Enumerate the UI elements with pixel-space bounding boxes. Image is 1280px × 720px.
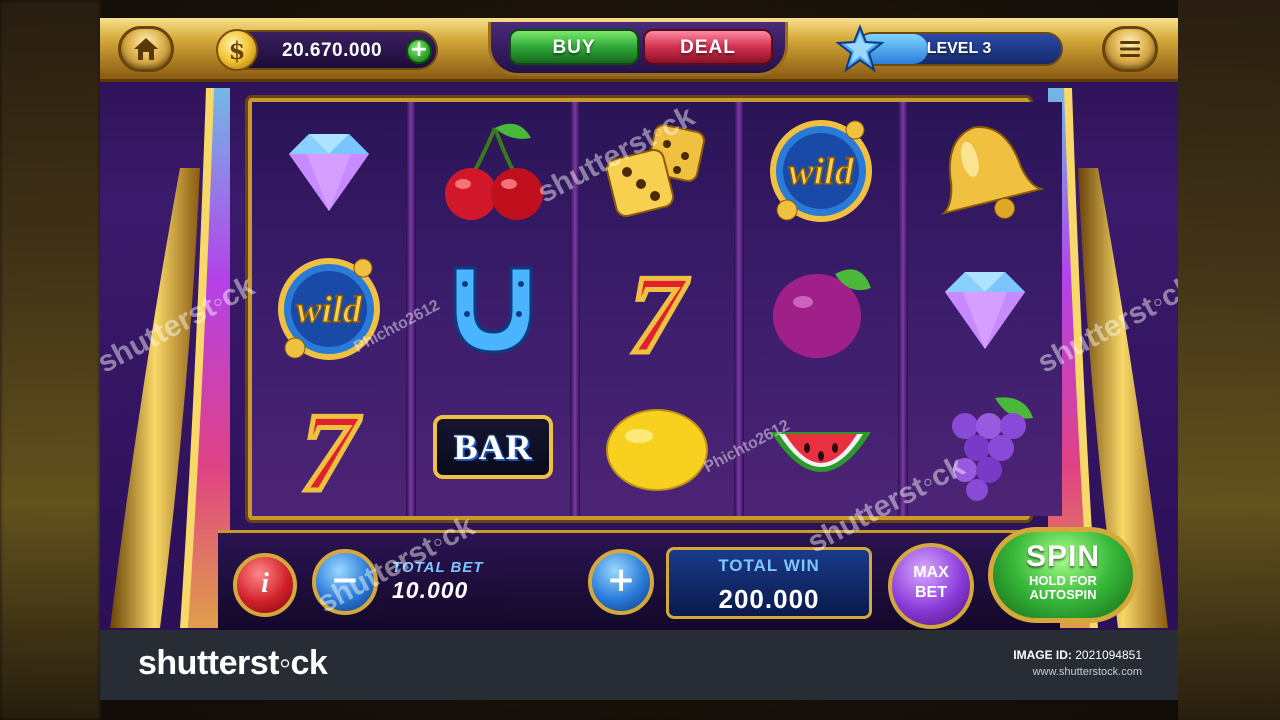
bell-symbol xyxy=(908,102,1062,240)
reel-separator xyxy=(406,102,416,516)
level-progress-bar: LEVEL 3 xyxy=(855,32,1063,66)
store-plate: BUY DEAL xyxy=(488,22,788,76)
svg-text:7: 7 xyxy=(301,392,361,502)
grapes-symbol xyxy=(908,378,1062,516)
bar-symbol: BAR xyxy=(416,378,570,516)
max-bet-button[interactable]: MAX BET xyxy=(888,543,974,629)
watermelon-icon xyxy=(771,432,871,472)
max-bet-label-2: BET xyxy=(915,584,947,601)
total-bet-label: TOTAL BET xyxy=(392,559,484,576)
seven-icon: 7 xyxy=(627,254,692,364)
seven-icon: 7 xyxy=(299,392,364,502)
image-id-value: 2021094851 xyxy=(1075,648,1142,662)
star-icon xyxy=(835,24,885,73)
coin-balance: 20.670.000 xyxy=(282,40,383,61)
diamond-icon xyxy=(289,134,369,211)
bell-icon xyxy=(940,126,1045,219)
reel-separator xyxy=(898,102,908,516)
background-left xyxy=(0,0,100,720)
total-bet-value: 10.000 xyxy=(392,577,469,603)
horseshoe-symbol xyxy=(416,240,570,378)
diamond-icon xyxy=(945,272,1025,349)
lemon-icon xyxy=(606,409,708,491)
dice-icon xyxy=(605,124,705,218)
reel-separator xyxy=(734,102,744,516)
diamond-symbol xyxy=(252,102,406,240)
max-bet-label: MAX xyxy=(913,564,949,581)
info-button[interactable]: i xyxy=(233,553,297,617)
menu-icon xyxy=(1120,41,1140,57)
image-id: IMAGE ID: 2021094851 xyxy=(1013,648,1142,662)
spin-sub-label: HOLD FOR xyxy=(1029,573,1097,588)
total-win-value: 200.000 xyxy=(718,584,820,614)
reel-separator xyxy=(570,102,580,516)
home-button[interactable] xyxy=(118,26,174,72)
lemon-symbol xyxy=(580,378,734,516)
level-label: LEVEL 3 xyxy=(926,40,992,57)
total-bet-box: TOTAL BET 10.000 xyxy=(378,557,590,607)
cherry-symbol xyxy=(416,102,570,240)
shutterstock-logo: shutterst◦ck xyxy=(138,644,328,682)
reel-5 xyxy=(908,102,1062,516)
reels-area: wild 7 BAR 7 wild xyxy=(248,98,1062,520)
reel-3: 7 xyxy=(580,102,734,516)
image-id-label: IMAGE ID: xyxy=(1013,648,1072,662)
horseshoe-icon xyxy=(453,266,533,354)
wild-icon: wild xyxy=(770,120,872,222)
increase-bet-button[interactable]: + xyxy=(588,549,654,615)
svg-text:7: 7 xyxy=(629,254,689,364)
left-rail xyxy=(110,88,230,628)
coin-balance-panel: $ 20.670.000 + xyxy=(216,29,438,71)
home-icon xyxy=(134,38,158,60)
watermark-url: www.shutterstock.com xyxy=(1032,666,1142,678)
watermark-bar: shutterst◦ck IMAGE ID: 2021094851 www.sh… xyxy=(100,630,1178,700)
slot-machine: $ 20.670.000 + BUY DEAL LEVEL 3 wild 7 B… xyxy=(100,18,1178,630)
background-right xyxy=(1178,0,1280,720)
spin-sub-label-2: AUTOSPIN xyxy=(1029,587,1097,602)
spin-label: SPIN xyxy=(1025,540,1101,573)
watermelon-symbol xyxy=(744,378,898,516)
reel-2: BAR xyxy=(416,102,570,516)
cherry-icon xyxy=(445,123,543,220)
plum-symbol xyxy=(744,240,898,378)
dice-symbol xyxy=(580,102,734,240)
seven-symbol: 7 xyxy=(252,378,406,516)
add-coins-button[interactable]: + xyxy=(406,38,432,64)
seven-symbol: 7 xyxy=(580,240,734,378)
reel-1: wild 7 xyxy=(252,102,406,516)
wild-symbol: wild xyxy=(252,240,406,378)
deal-button[interactable]: DEAL xyxy=(643,29,773,65)
control-panel: i − TOTAL BET 10.000 + TOTAL WIN 200.000… xyxy=(218,527,1138,630)
bar-symbol: BAR xyxy=(433,415,553,479)
reel-4: wild xyxy=(744,102,898,516)
wild-symbol: wild xyxy=(744,102,898,240)
spin-button[interactable]: SPIN HOLD FOR AUTOSPIN xyxy=(988,527,1138,623)
svg-text:wild: wild xyxy=(788,151,854,193)
total-win-box: TOTAL WIN 200.000 xyxy=(666,547,872,619)
menu-button[interactable] xyxy=(1102,26,1158,72)
diamond-symbol xyxy=(908,240,1062,378)
grapes-icon xyxy=(952,397,1033,501)
buy-button[interactable]: BUY xyxy=(509,29,639,65)
wild-icon: wild xyxy=(278,258,380,360)
plum-icon xyxy=(773,269,871,358)
total-win-label: TOTAL WIN xyxy=(718,556,820,575)
svg-text:wild: wild xyxy=(296,289,362,331)
top-bar: $ 20.670.000 + BUY DEAL LEVEL 3 xyxy=(100,18,1178,82)
coin-icon: $ xyxy=(216,29,258,71)
decrease-bet-button[interactable]: − xyxy=(312,549,378,615)
